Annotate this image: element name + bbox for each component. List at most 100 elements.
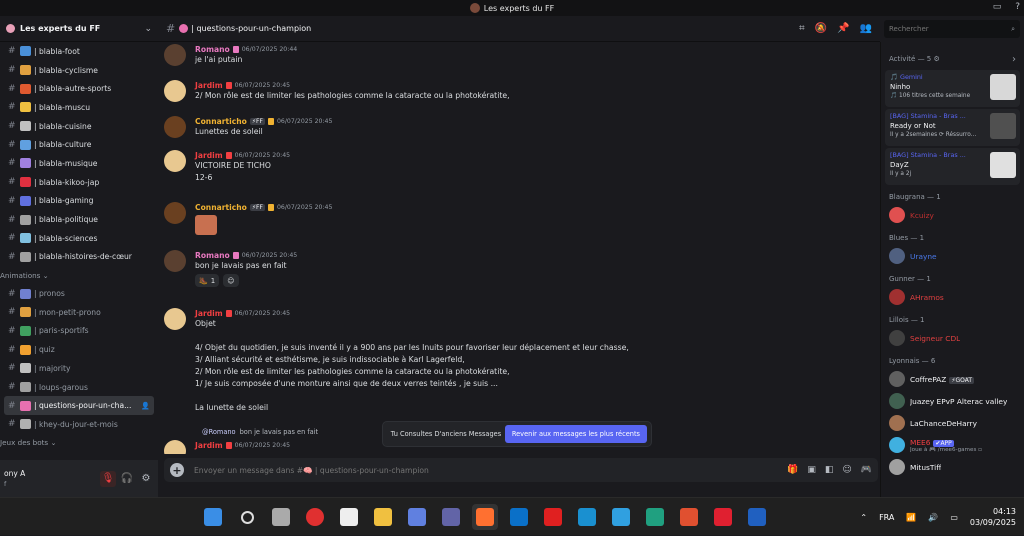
language-indicator[interactable]: FRA	[879, 513, 894, 522]
invite-icon[interactable]: 👤	[141, 402, 150, 410]
volume-icon[interactable]: 🔊	[928, 513, 938, 522]
channel-item[interactable]: # | questions-pour-un-cha... 👤	[4, 396, 154, 416]
channel-item[interactable]: # | blabla-gaming	[4, 192, 154, 211]
member-item[interactable]: AHramos	[881, 286, 1024, 308]
channel-item[interactable]: # | majority	[4, 359, 154, 378]
jump-to-present-button[interactable]: Revenir aux messages les plus récents	[504, 425, 647, 443]
battery-icon[interactable]: ▭	[950, 513, 958, 522]
file-explorer-icon[interactable]	[370, 504, 396, 530]
store-icon[interactable]	[608, 504, 634, 530]
chevron-right-icon[interactable]: ›	[1012, 54, 1016, 65]
office-app-icon[interactable]	[676, 504, 702, 530]
channel-item[interactable]: # | blabla-culture	[4, 135, 154, 154]
avatar[interactable]	[164, 150, 186, 172]
channel-item[interactable]: # | quiz	[4, 340, 154, 359]
avatar[interactable]	[164, 116, 186, 138]
author-name[interactable]: Jardim	[195, 81, 223, 90]
avatar[interactable]	[164, 440, 186, 454]
activity-card[interactable]: 🎵 Gemini Ninho 🎵 106 titres cette semaine	[885, 70, 1020, 107]
settings-gear-icon[interactable]: ⚙	[138, 471, 154, 487]
user-name[interactable]: ony Af	[4, 469, 97, 489]
member-list-icon[interactable]: 👥	[860, 23, 872, 34]
channel-item[interactable]: # | khey-du-jour-et-mois	[4, 415, 154, 434]
member-item[interactable]: Seigneur CDL	[881, 327, 1024, 349]
channel-item[interactable]: # | loups-garous	[4, 378, 154, 397]
add-attachment-icon[interactable]: +	[170, 463, 184, 477]
avatar[interactable]	[164, 80, 186, 102]
tray-chevron-up-icon[interactable]: ⌃	[860, 513, 867, 522]
avatar[interactable]	[164, 308, 186, 330]
message-input[interactable]	[194, 465, 788, 475]
pinned-icon[interactable]: 📌	[837, 23, 849, 34]
author-name[interactable]: Romano	[195, 45, 230, 54]
microsoft-365-icon[interactable]	[404, 504, 430, 530]
member-item[interactable]: Urayne	[881, 245, 1024, 267]
channel-item[interactable]: # | blabla-cyclisme	[4, 61, 154, 80]
inbox-icon[interactable]: ▭	[993, 2, 1002, 12]
member-item[interactable]: Juazey EPvP Alterac valley	[881, 390, 1024, 412]
add-reaction-button[interactable]: ☺	[223, 274, 239, 287]
avatar[interactable]	[164, 44, 186, 66]
member-item[interactable]: MEE6 ✔APP Joue à 🎮 /mee6-games ▫	[881, 434, 1024, 456]
activity-card[interactable]: [BAG] Stamina - Bras ... Ready or Not Il y…	[885, 109, 1020, 146]
channel-item[interactable]: # | blabla-muscu	[4, 98, 154, 117]
author-name[interactable]: Jardim	[195, 309, 223, 318]
category-animations[interactable]: Animations ⌄	[0, 266, 158, 284]
channel-item[interactable]: # | blabla-kikoo-jap	[4, 173, 154, 192]
chevron-down-icon[interactable]: ⌄	[144, 24, 152, 34]
channel-item[interactable]: # | blabla-politique	[4, 210, 154, 229]
member-item[interactable]: LaChanceDeHarry	[881, 412, 1024, 434]
teams-icon[interactable]	[438, 504, 464, 530]
channel-item[interactable]: # | blabla-sciences	[4, 229, 154, 248]
channel-item[interactable]: # | blabla-musique	[4, 154, 154, 173]
avatar[interactable]	[164, 202, 186, 224]
outlook-icon[interactable]	[506, 504, 532, 530]
channel-item[interactable]: # | mon-petit-prono	[4, 303, 154, 322]
member-item[interactable]: MitusTiff	[881, 456, 1024, 478]
windows-start-icon[interactable]	[200, 504, 226, 530]
channel-item[interactable]: # | paris-sportifs	[4, 322, 154, 341]
search-box[interactable]: ⌕	[884, 20, 1020, 38]
tlc-icon[interactable]	[540, 504, 566, 530]
activity-card[interactable]: [BAG] Stamina - Bras ... DayZ Il y a 2j	[885, 148, 1020, 185]
server-header[interactable]: Les experts du FF ⌄	[0, 16, 158, 42]
author-name[interactable]: Connarticho	[195, 203, 247, 212]
member-item[interactable]: CoffrePAZ ⚡GOAT	[881, 368, 1024, 390]
reaction[interactable]: 🥾 1	[195, 274, 220, 287]
record-icon[interactable]	[302, 504, 328, 530]
search-input[interactable]	[889, 25, 1012, 33]
channel-item[interactable]: # | blabla-autre-sports	[4, 79, 154, 98]
sticker-icon[interactable]: ◧	[825, 465, 834, 475]
channel-item[interactable]: # | blabla-histoires-de-cœur	[4, 248, 154, 267]
gift-icon[interactable]: 🎁	[787, 465, 798, 475]
emoji-icon[interactable]: ☺	[842, 465, 851, 475]
search-icon[interactable]	[234, 504, 260, 530]
help-icon[interactable]: ?	[1015, 2, 1020, 12]
apps-icon[interactable]: 🎮	[861, 465, 872, 475]
author-name[interactable]: Connarticho	[195, 117, 247, 126]
author-name[interactable]: Jardim	[195, 441, 223, 450]
wifi-icon[interactable]: 📶	[906, 513, 916, 522]
category-bots[interactable]: Jeux des bots ⌄	[0, 434, 158, 452]
word-icon[interactable]	[744, 504, 770, 530]
gif-icon[interactable]: ▣	[807, 465, 816, 475]
edge-icon[interactable]	[642, 504, 668, 530]
threads-icon[interactable]: ⌗	[799, 23, 805, 34]
channel-item[interactable]: # | pronos	[4, 284, 154, 303]
channel-item[interactable]: # | blabla-cuisine	[4, 117, 154, 136]
author-name[interactable]: Romano	[195, 251, 230, 260]
headphones-icon[interactable]: 🎧	[119, 471, 135, 487]
member-item[interactable]: Kcuizy	[881, 204, 1024, 226]
taskbar-clock[interactable]: 04:13 03/09/2025	[970, 506, 1016, 528]
myhp-icon[interactable]	[574, 504, 600, 530]
file-icon[interactable]	[336, 504, 362, 530]
reply-preview[interactable]: @Romano bon je lavais pas en fait	[202, 428, 318, 436]
notification-bell-icon[interactable]: 🔕	[815, 23, 827, 34]
channel-item[interactable]: # | blabla-foot	[4, 42, 154, 61]
microphone-muted-icon[interactable]: 🎙	[100, 470, 116, 487]
task-view-icon[interactable]	[268, 504, 294, 530]
firefox-icon[interactable]	[472, 504, 498, 530]
opera-icon[interactable]	[710, 504, 736, 530]
avatar[interactable]	[164, 250, 186, 272]
author-name[interactable]: Jardim	[195, 151, 223, 160]
